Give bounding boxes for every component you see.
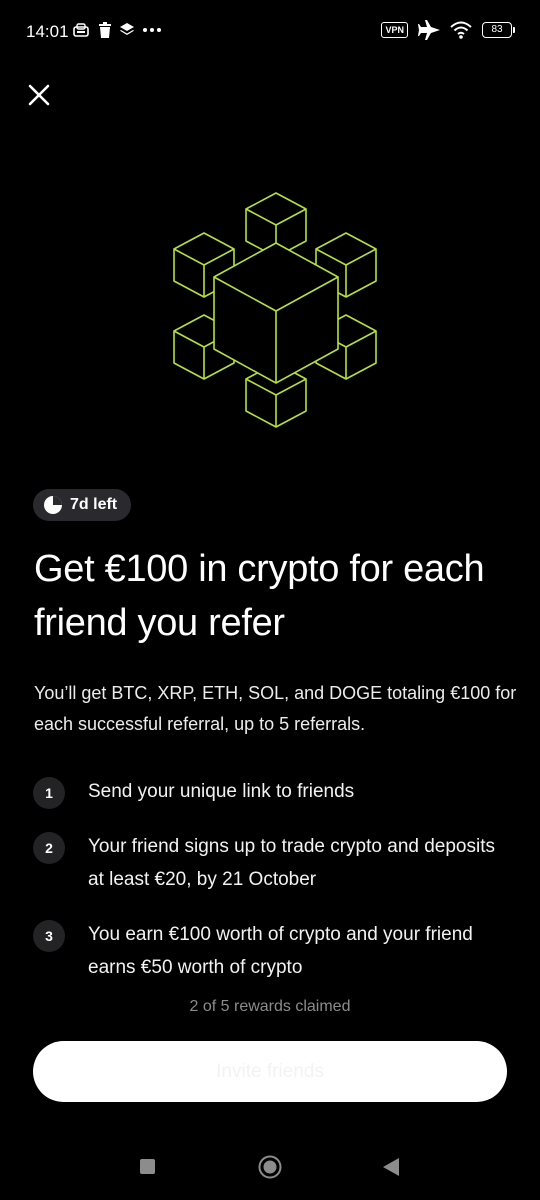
system-navigation-bar [0,1140,540,1200]
status-time: 14:01 [26,22,69,41]
step-text: Your friend signs up to trade crypto and… [88,836,495,890]
referral-description: You’ll get BTC, XRP, ETH, SOL, and DOGE … [34,683,517,734]
step-text: You earn €100 worth of crypto and your f… [88,924,473,978]
close-button[interactable] [24,80,54,110]
status-notification-icons [72,22,162,38]
layers-icon [120,23,134,35]
page-title: Get €100 in crypto for each friend you r… [34,548,485,644]
clock-icon [44,496,62,514]
circle-home-icon[interactable] [258,1155,282,1179]
wifi-icon [450,21,472,39]
notification-app-icon [73,23,89,37]
triangle-back-icon[interactable] [381,1157,401,1177]
step-number: 3 [33,920,65,952]
square-icon[interactable] [140,1159,155,1174]
step-number: 1 [33,777,65,809]
time-left-badge: 7d left [33,489,132,521]
more-dots-icon [143,28,161,32]
airplane-mode-icon [418,20,440,40]
vpn-badge: VPN [381,22,408,38]
invite-friends-button[interactable]: Invite friends [33,1041,507,1102]
trash-icon [99,22,111,38]
step-text: Send your unique link to friends [88,781,355,802]
step-number: 2 [33,832,65,864]
close-icon [28,84,50,106]
battery-icon: 83 [482,22,515,38]
cube-network-icon [173,192,377,428]
status-system-icons: VPN 83 [381,20,515,40]
time-left-label: 7d left [70,496,118,513]
status-bar: 14:01 VPN 83 [0,0,540,64]
rewards-claimed-text: 2 of 5 rewards claimed [189,998,351,1015]
